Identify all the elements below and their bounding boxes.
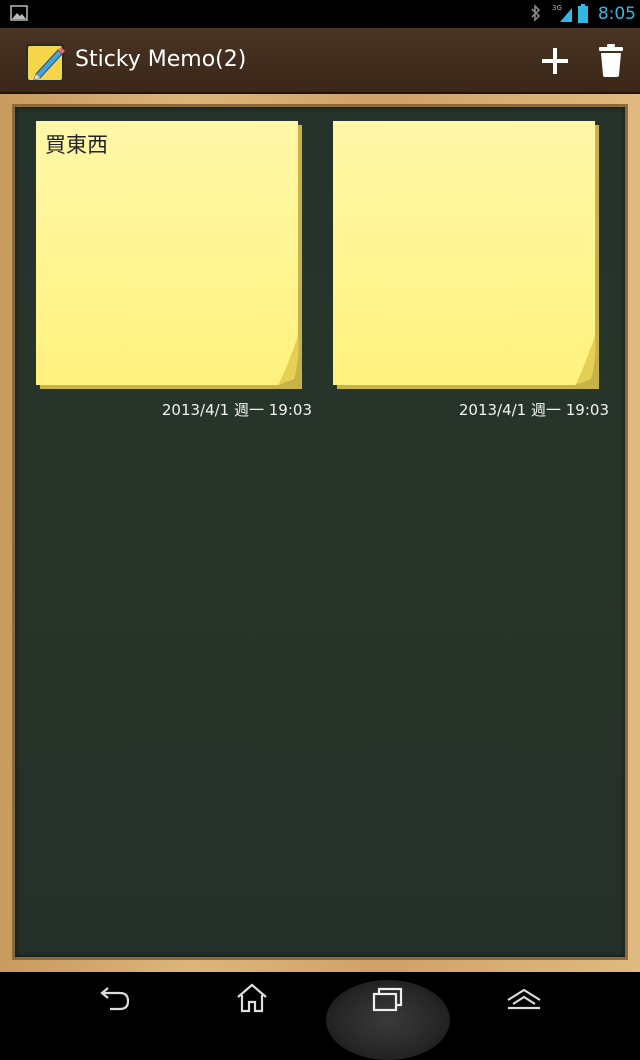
back-icon[interactable] <box>96 982 136 1014</box>
note-paper <box>36 121 302 389</box>
svg-text:3G: 3G <box>552 4 562 12</box>
add-icon[interactable] <box>538 44 572 78</box>
board-frame: 買東西 2013/4/1 週一 19:03 2013/4/1 週一 19:03 <box>0 94 640 972</box>
bluetooth-icon <box>531 4 541 22</box>
menu-up-icon[interactable] <box>504 982 544 1014</box>
trash-icon[interactable] <box>596 42 626 78</box>
note-date: 2013/4/1 週一 19:03 <box>458 401 609 419</box>
gallery-icon <box>10 5 28 21</box>
signal-icon: 3G <box>552 4 572 22</box>
note-paper <box>333 121 599 389</box>
sticky-note[interactable]: 2013/4/1 週一 19:03 <box>333 121 609 421</box>
memo-board: 買東西 2013/4/1 週一 19:03 2013/4/1 週一 19:03 <box>12 104 628 960</box>
home-icon[interactable] <box>232 982 272 1014</box>
sticky-note[interactable]: 買東西 2013/4/1 週一 19:03 <box>36 121 312 421</box>
status-bar: 3G 8:05 <box>0 0 640 28</box>
recent-apps-icon[interactable] <box>368 982 408 1014</box>
action-bar: Sticky Memo(2) <box>0 28 640 94</box>
note-date: 2013/4/1 週一 19:03 <box>161 401 312 419</box>
clock: 8:05 <box>597 4 636 24</box>
note-text: 買東西 <box>45 133 108 157</box>
memo-app-icon <box>26 44 65 82</box>
navigation-bar <box>0 972 640 1060</box>
battery-icon <box>578 4 588 23</box>
app-title: Sticky Memo(2) <box>75 47 247 72</box>
